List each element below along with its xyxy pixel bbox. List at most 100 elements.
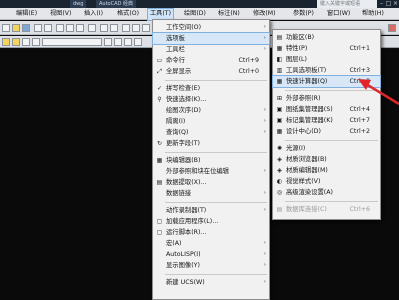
- chevron-right-icon: ›: [263, 46, 266, 52]
- item-label: 拼写检查(E): [166, 85, 201, 92]
- menu-item-spellcheck[interactable]: ✓ 拼写检查(E): [153, 83, 269, 94]
- menu-format[interactable]: 格式(O): [115, 8, 141, 20]
- layer-props-icon[interactable]: [114, 38, 122, 46]
- menu-window[interactable]: 窗口(W): [325, 8, 352, 20]
- item-label: 标记集管理器(K): [286, 117, 333, 124]
- submenu-item-lights[interactable]: ✺ 光源(I): [273, 143, 380, 154]
- search-input[interactable]: 键入关键字或短语: [317, 0, 377, 8]
- item-label: 工作空间(O): [166, 24, 202, 31]
- menu-item-xref-edit[interactable]: 外部参照和块在位编辑 ›: [153, 166, 269, 177]
- menu-insert[interactable]: 插入(I): [82, 8, 105, 20]
- submenu-item-materials-editor[interactable]: ◈ 材质编辑器(M): [273, 165, 380, 176]
- menu-item-fullscreen[interactable]: ⤢ 全屏显示 Ctrl+0: [153, 66, 269, 77]
- menu-item-palettes[interactable]: 选项板 ›: [152, 32, 270, 45]
- submenu-item-properties[interactable]: ▦ 特性(P) Ctrl+1: [273, 43, 380, 54]
- help-icon[interactable]: [388, 24, 396, 32]
- xref-icon: ⊞: [276, 95, 283, 102]
- visual-style-icon: ◐: [276, 178, 283, 185]
- layer-icon[interactable]: [2, 38, 10, 46]
- item-shortcut: Ctrl+9: [238, 57, 260, 64]
- load-app-icon: ▢: [156, 218, 163, 225]
- open-icon[interactable]: [12, 24, 20, 32]
- redo-icon[interactable]: [110, 24, 118, 32]
- minimize-button[interactable]: –: [378, 0, 385, 8]
- match-icon[interactable]: [88, 24, 96, 32]
- submenu-item-db-connect[interactable]: ▤ 数据库连接(C) Ctrl+6: [273, 204, 380, 215]
- item-label: 功能区(B): [286, 34, 315, 41]
- copy-icon[interactable]: [66, 24, 74, 32]
- submenu-item-layers[interactable]: ◧ 图层(L): [273, 54, 380, 65]
- zoom-icon[interactable]: [132, 24, 140, 32]
- submenu-item-sheet-set[interactable]: ▣ 图纸集管理器(S) Ctrl+4: [273, 104, 380, 115]
- lock-icon[interactable]: [32, 38, 40, 46]
- undo-icon[interactable]: [100, 24, 108, 32]
- menu-item-autolisp[interactable]: AutoLISP(I) ›: [153, 249, 269, 260]
- close-button[interactable]: ×: [392, 0, 399, 8]
- lightbulb-icon[interactable]: [12, 38, 20, 46]
- spellcheck-icon: ✓: [156, 85, 163, 92]
- submenu-item-markup-set[interactable]: ▣ 标记集管理器(K) Ctrl+7: [273, 115, 380, 126]
- cut-icon[interactable]: [56, 24, 64, 32]
- item-label: 隔离(I): [166, 118, 186, 125]
- print-icon[interactable]: [34, 24, 42, 32]
- item-label: 材质编辑器(M): [286, 167, 328, 174]
- save-icon[interactable]: [22, 24, 30, 32]
- menu-item-quick-select[interactable]: ⚲ 快速选择(K)...: [153, 94, 269, 105]
- title-fragment: dwg: [70, 0, 87, 8]
- menu-view[interactable]: 视图(V): [48, 8, 73, 20]
- submenu-item-quick-calc[interactable]: ▦ 快速计算器(Q) Ctrl+8: [272, 75, 381, 88]
- submenu-item-ribbon[interactable]: ▤ 功能区(B): [273, 32, 380, 43]
- script-icon: ▢: [156, 229, 163, 236]
- new-icon[interactable]: [2, 24, 10, 32]
- item-label: 光源(I): [286, 145, 306, 152]
- paste-icon[interactable]: [76, 24, 84, 32]
- submenu-item-render-settings[interactable]: ◎ 高级渲染设置(A): [273, 187, 380, 198]
- menu-item-update-fields[interactable]: ↻ 更新字段(T): [153, 138, 269, 149]
- block-editor-icon: ▦: [156, 157, 163, 164]
- make-current-icon[interactable]: [134, 38, 142, 46]
- layer-dropdown[interactable]: [42, 38, 102, 46]
- sun-icon[interactable]: [22, 38, 30, 46]
- item-label: 选项板: [166, 35, 185, 42]
- menu-item-isolate[interactable]: 隔离(I) ›: [153, 116, 269, 127]
- markup-set-icon: ▣: [276, 117, 283, 124]
- item-label: 绘图次序(D): [166, 107, 201, 114]
- menu-item-inquiry[interactable]: 查询(Q) ›: [153, 127, 269, 138]
- menu-item-data-extraction[interactable]: ▤ 数据提取(X)...: [153, 177, 269, 188]
- menu-item-workspaces[interactable]: 工作空间(O) ›: [153, 22, 269, 33]
- layer-prev-icon[interactable]: [124, 38, 132, 46]
- submenu-item-materials-browser[interactable]: ◈ 材质浏览器(B): [273, 154, 380, 165]
- menu-item-new-ucs[interactable]: 新建 UCS(W) ›: [153, 277, 269, 288]
- menu-item-command-line[interactable]: ▭ 命令行 Ctrl+9: [153, 55, 269, 66]
- item-label: 查询(Q): [166, 129, 189, 136]
- layer-state-icon[interactable]: [104, 38, 112, 46]
- menu-item-toolbars[interactable]: 工具栏 ›: [153, 44, 269, 55]
- preview-icon[interactable]: [44, 24, 52, 32]
- menu-item-run-script[interactable]: ▢ 运行脚本(R)...: [153, 227, 269, 238]
- menu-edit[interactable]: 编辑(E): [14, 8, 39, 20]
- submenu-item-tool-palettes[interactable]: ▥ 工具选项板(T) Ctrl+3: [273, 65, 380, 76]
- menu-item-display-image[interactable]: 显示图像(Y) ›: [153, 260, 269, 271]
- menu-help[interactable]: 帮助(H): [360, 8, 386, 20]
- menu-item-data-links[interactable]: 数据链接 ›: [153, 188, 269, 199]
- zoom-window-icon[interactable]: [142, 24, 150, 32]
- menu-item-macro[interactable]: 宏(A) ›: [153, 238, 269, 249]
- pan-icon[interactable]: [122, 24, 130, 32]
- menu-item-load-application[interactable]: ▢ 加载应用程序(L)...: [153, 216, 269, 227]
- submenu-item-xrefs[interactable]: ⊞ 外部参照(R): [273, 93, 380, 104]
- submenu-item-visual-styles[interactable]: ◐ 视觉样式(V): [273, 176, 380, 187]
- item-label: 命令行: [166, 57, 185, 64]
- menu-parametric[interactable]: 参数(P): [291, 8, 316, 20]
- maximize-button[interactable]: □: [385, 0, 392, 8]
- menu-item-action-recorder[interactable]: 动作录制器(T) ›: [153, 205, 269, 216]
- menu-separator: [285, 90, 378, 91]
- chevron-right-icon: ›: [263, 168, 266, 174]
- menu-item-draw-order[interactable]: 绘图次序(D) ›: [153, 105, 269, 116]
- item-label: 外部参照(R): [286, 95, 321, 102]
- submenu-item-design-center[interactable]: ▦ 设计中心(D) Ctrl+2: [273, 126, 380, 137]
- item-shortcut: Ctrl+1: [349, 45, 371, 52]
- tools-menu: 工作空间(O) › 选项板 › 工具栏 › ▭ 命令行 Ctrl+9 ⤢ 全屏显示 Ctrl+…: [152, 19, 270, 300]
- item-label: 数据链接: [166, 190, 192, 197]
- menu-item-block-editor[interactable]: ▦ 块编辑器(B): [153, 155, 269, 166]
- item-label: AutoLISP(I): [166, 251, 201, 258]
